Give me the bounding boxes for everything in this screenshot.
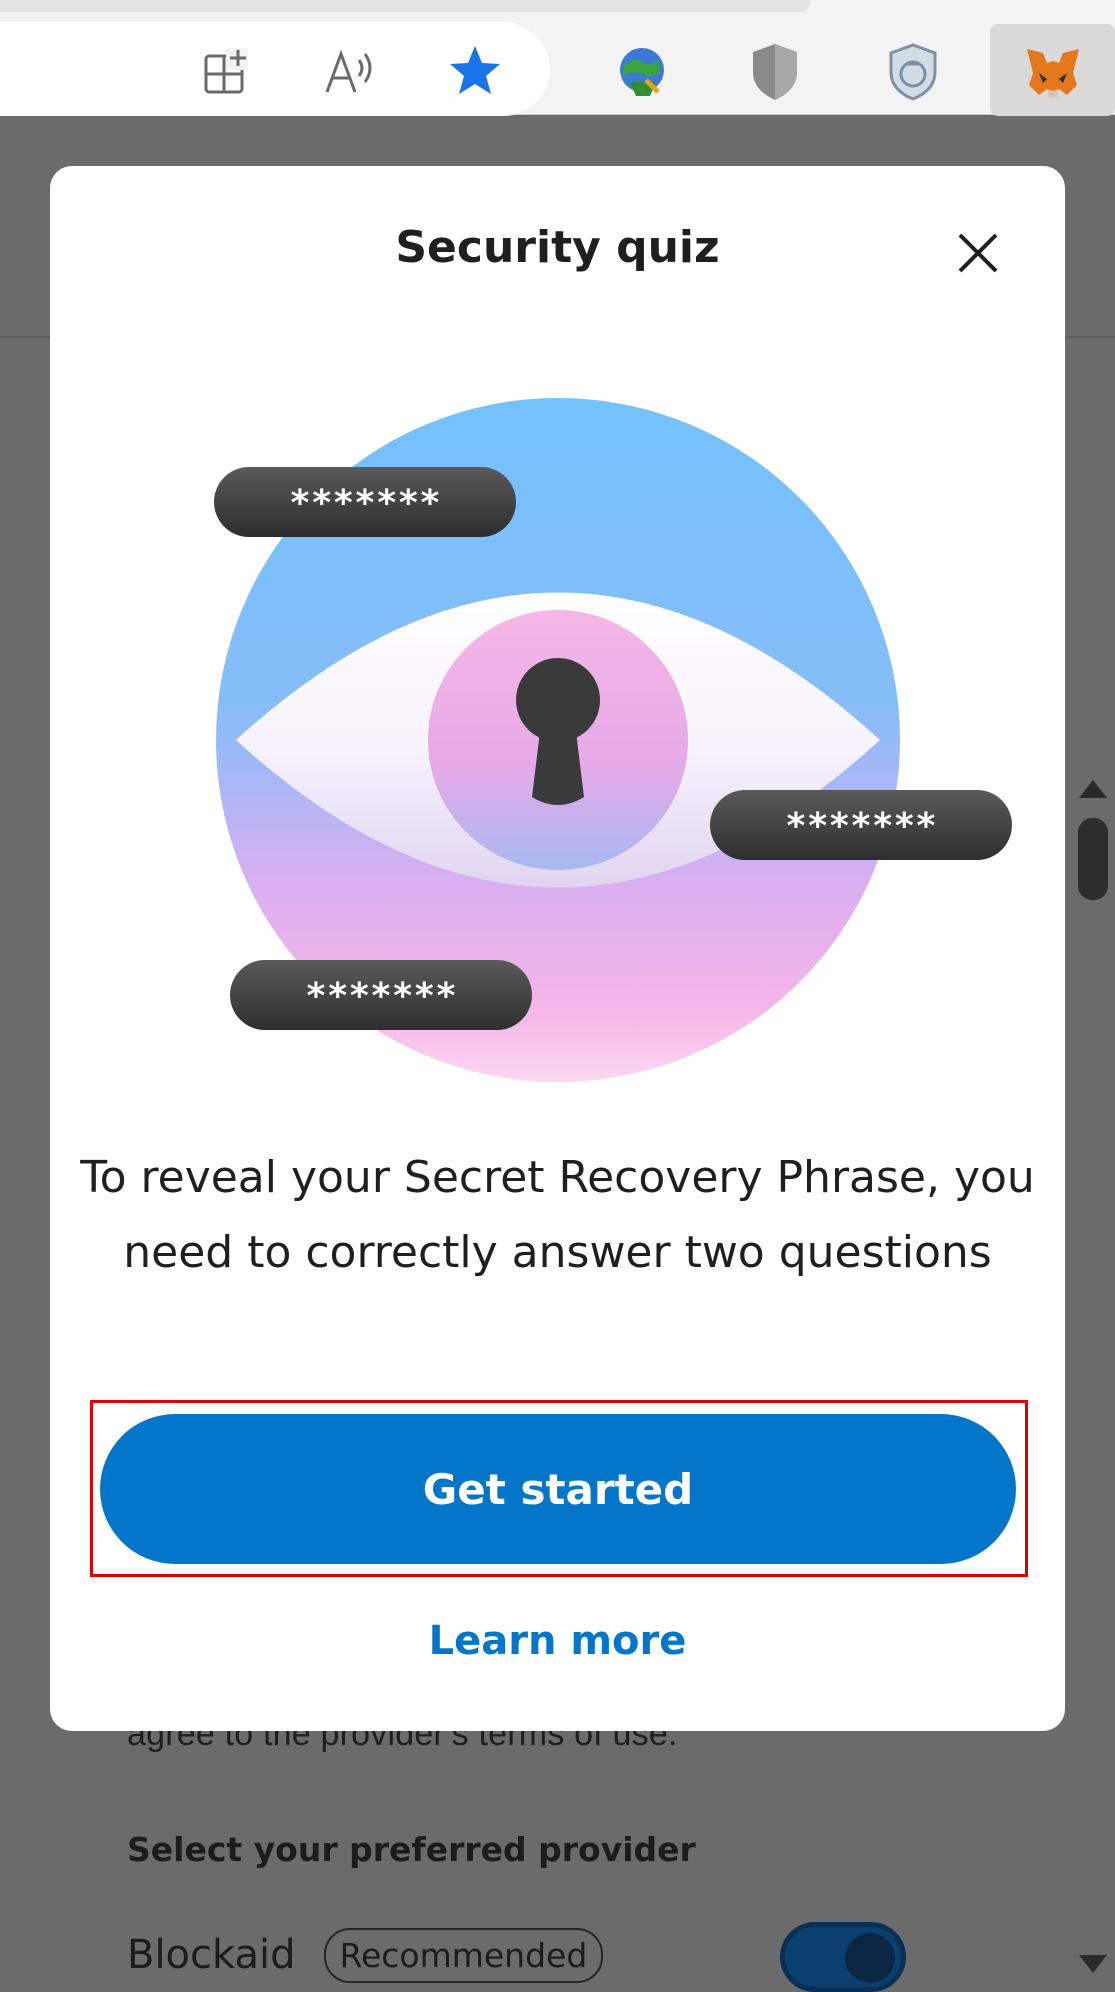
- favorite-star-icon[interactable]: [446, 42, 504, 100]
- masked-text: *******: [305, 976, 457, 1017]
- masked-pill-bottom: *******: [230, 960, 532, 1030]
- close-button[interactable]: [950, 225, 1006, 281]
- tab-strip-edge: [0, 0, 810, 12]
- learn-more-link[interactable]: Learn more: [0, 1618, 1115, 1664]
- metamask-fox-icon[interactable]: [1022, 44, 1084, 102]
- toggle-knob: [845, 1933, 895, 1983]
- scroll-up-arrow-icon[interactable]: [1079, 780, 1107, 798]
- close-icon: [958, 233, 998, 273]
- globe-extension-icon[interactable]: [611, 42, 673, 102]
- eye-keyhole-illustration: ******* ******* *******: [214, 398, 1012, 1082]
- background-select-provider-label: Select your preferred provider: [127, 1830, 696, 1869]
- provider-toggle[interactable]: [780, 1922, 906, 1992]
- scroll-down-arrow-icon[interactable]: [1079, 1955, 1107, 1973]
- background-provider-row: Blockaid Recommended: [127, 1920, 604, 1990]
- recommended-badge: Recommended: [323, 1927, 604, 1983]
- masked-text: *******: [289, 483, 441, 524]
- masked-pill-top: *******: [214, 467, 516, 537]
- shield-extension-icon[interactable]: [748, 42, 802, 102]
- split-screen-icon[interactable]: [198, 44, 254, 100]
- provider-name: Blockaid: [127, 1932, 296, 1978]
- modal-title: Security quiz: [395, 222, 720, 273]
- masked-pill-right: *******: [710, 790, 1012, 860]
- scrollbar-thumb[interactable]: [1078, 818, 1108, 900]
- read-aloud-icon[interactable]: [322, 44, 382, 100]
- browser-toolbar: [0, 0, 1115, 116]
- modal-message: To reveal your Secret Recovery Phrase, y…: [80, 1152, 1035, 1278]
- get-started-button[interactable]: Get started: [100, 1414, 1016, 1564]
- masked-text: *******: [785, 806, 937, 847]
- privacy-badge-icon[interactable]: [884, 42, 942, 102]
